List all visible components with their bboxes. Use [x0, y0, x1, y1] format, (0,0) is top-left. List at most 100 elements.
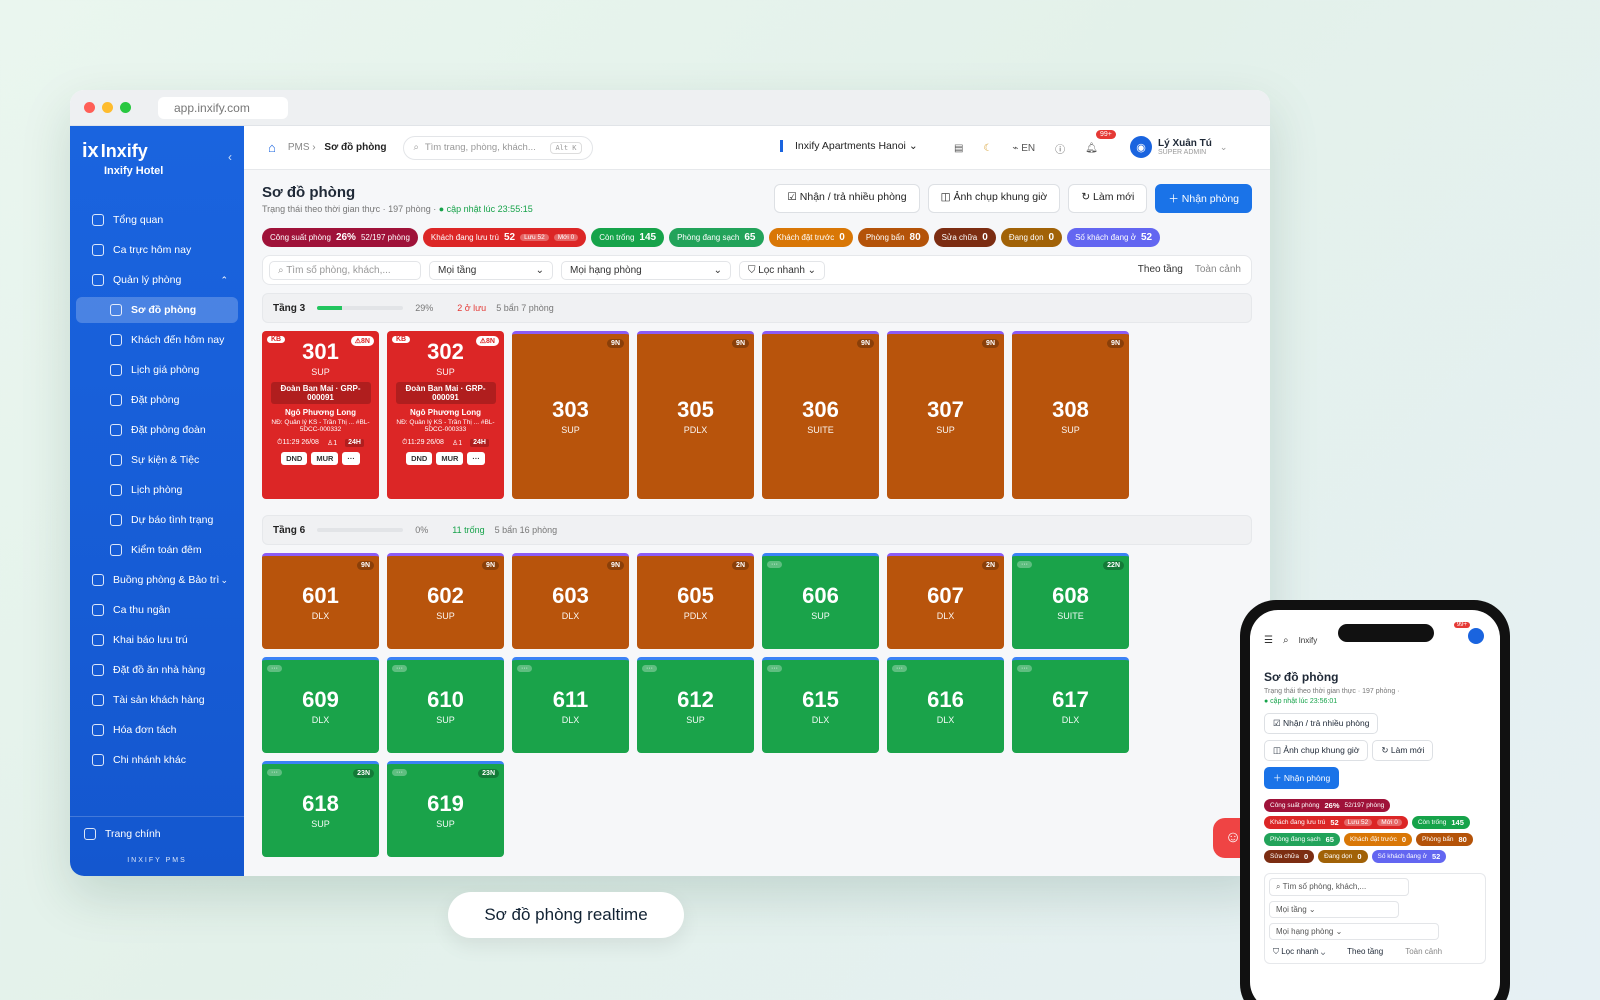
room-card[interactable]: KB ⚠8N 301 SUP Đoàn Ban Mai · GRP-000091 Ngô … — [262, 331, 379, 499]
room-card[interactable]: ··· 616 DLX — [887, 657, 1004, 753]
room-search-input[interactable]: ⌕ Tìm số phòng, khách,... — [269, 260, 421, 280]
room-type-select[interactable]: Mọi hạng phòng ⌄ — [1269, 922, 1439, 940]
room-card[interactable]: 9N 602 SUP — [387, 553, 504, 649]
close-dot[interactable] — [84, 102, 95, 113]
bell-icon[interactable]: 🔔︎ — [1085, 143, 1098, 154]
room-card[interactable]: 9N 308 SUP — [1012, 331, 1129, 499]
main-stat-3[interactable]: Phòng đang sạch 65 — [669, 228, 764, 247]
sidebar-item-15[interactable]: Đặt đồ ăn nhà hàng — [70, 655, 244, 685]
room-card[interactable]: ··· 609 DLX — [262, 657, 379, 753]
phone-stat-3[interactable]: Phòng đang sạch 65 — [1264, 832, 1340, 846]
snapshot-button[interactable]: ◫ Ảnh chụp khung giờ — [1264, 739, 1369, 761]
view-by-floor[interactable]: Theo tầng — [1138, 264, 1183, 275]
sidebar-item-0[interactable]: Tổng quan — [70, 205, 244, 235]
phone-stat-5[interactable]: Phòng bẩn 80 — [1416, 832, 1473, 846]
collapse-sidebar-icon[interactable]: ‹ — [228, 150, 232, 164]
phone-stat-4[interactable]: Khách đặt trước 0 — [1343, 832, 1413, 846]
room-card[interactable]: 9N 305 PDLX — [637, 331, 754, 499]
quick-filter-button[interactable]: ⛉ Lọc nhanh ⌄ — [739, 260, 825, 280]
room-card[interactable]: ··· 22N 608 SUITE — [1012, 553, 1129, 649]
user-menu[interactable]: ◉ Lý Xuân Tú SUPER ADMIN ⌄ — [1130, 136, 1227, 158]
refresh-button[interactable]: ↻ Làm mới — [1372, 739, 1434, 761]
sidebar-item-11[interactable]: Kiểm toán đêm — [70, 535, 244, 565]
room-card[interactable]: ··· 611 DLX — [512, 657, 629, 753]
room-card[interactable]: ··· 23N 618 SUP — [262, 761, 379, 857]
view-overview[interactable]: Toàn cảnh — [1405, 947, 1442, 957]
sidebar-item-8[interactable]: Sự kiện & Tiệc — [70, 445, 244, 475]
minimize-dot[interactable] — [102, 102, 113, 113]
view-by-floor[interactable]: Theo tầng — [1347, 947, 1383, 957]
sidebar-item-1[interactable]: Ca trực hôm nay — [70, 235, 244, 265]
checkin-button[interactable]: ＋ Nhận phòng — [1264, 766, 1340, 789]
room-card[interactable]: 9N 307 SUP — [887, 331, 1004, 499]
search-icon[interactable]: ⌕ — [1283, 635, 1289, 646]
maximize-dot[interactable] — [120, 102, 131, 113]
phone-stat-6[interactable]: Sửa chữa 0 — [1264, 849, 1315, 863]
room-card[interactable]: 9N 306 SUITE — [762, 331, 879, 499]
menu-icon[interactable]: ☰ — [1264, 635, 1273, 646]
main-stat-0[interactable]: Công suất phòng 26% 52/197 phòng — [262, 228, 418, 247]
sidebar-item-14[interactable]: Khai báo lưu trú — [70, 625, 244, 655]
main-stat-7[interactable]: Đang dọn 0 — [1000, 228, 1063, 247]
moon-icon[interactable]: ☾ — [983, 143, 992, 154]
mur-button[interactable]: MUR — [311, 452, 339, 465]
sidebar-item-18[interactable]: Chi nhánh khác — [70, 745, 244, 775]
language-switch[interactable]: ⌁ EN — [1012, 143, 1035, 154]
room-card[interactable]: ··· 612 SUP — [637, 657, 754, 753]
dnd-button[interactable]: DND — [281, 452, 308, 465]
sidebar-item-6[interactable]: Đặt phòng — [70, 385, 244, 415]
help-icon[interactable]: ⓘ — [1055, 141, 1065, 156]
phone-stat-1[interactable]: Khách đang lưu trú 52 Lưu 52 Mới 0 — [1264, 815, 1408, 829]
room-card[interactable]: KB ⚠8N 302 SUP Đoàn Ban Mai · GRP-000091 Ngô … — [387, 331, 504, 499]
home-icon[interactable]: ⌂ — [268, 140, 276, 155]
breadcrumb-pms[interactable]: PMS — [288, 142, 310, 153]
phone-stat-0[interactable]: Công suất phòng 26% 52/197 phòng — [1264, 798, 1391, 812]
room-search-input[interactable]: ⌕ Tìm số phòng, khách,... — [1269, 877, 1409, 896]
room-card[interactable]: 2N 607 DLX — [887, 553, 1004, 649]
multi-checkin-button[interactable]: ☑ Nhận / trả nhiều phòng — [774, 184, 920, 213]
room-card[interactable]: ··· 615 DLX — [762, 657, 879, 753]
room-card[interactable]: ··· 23N 619 SUP — [387, 761, 504, 857]
main-stat-8[interactable]: Số khách đang ở 52 — [1067, 228, 1161, 247]
sidebar-item-9[interactable]: Lịch phòng — [70, 475, 244, 505]
calendar-icon[interactable]: ▤ — [954, 143, 963, 154]
view-overview[interactable]: Toàn cảnh — [1195, 264, 1241, 275]
snapshot-button[interactable]: ◫ Ảnh chụp khung giờ — [927, 184, 1061, 213]
room-card[interactable]: 9N 601 DLX — [262, 553, 379, 649]
room-card[interactable]: 2N 605 PDLX — [637, 553, 754, 649]
floor-select[interactable]: Mọi tầng ⌄ — [429, 260, 553, 280]
url-bar[interactable]: app.inxify.com — [158, 96, 288, 119]
phone-stat-8[interactable]: Số khách đang ở 52 — [1371, 849, 1447, 863]
checkin-button[interactable]: ＋ Nhận phòng — [1155, 184, 1252, 213]
sidebar-item-7[interactable]: Đặt phòng đoàn — [70, 415, 244, 445]
main-stat-6[interactable]: Sửa chữa 0 — [933, 228, 996, 247]
sidebar-item-16[interactable]: Tài sản khách hàng — [70, 685, 244, 715]
brand-logo[interactable]: ix Inxify — [70, 126, 244, 163]
phone-stat-7[interactable]: Đang dọn 0 — [1318, 849, 1368, 863]
main-stat-2[interactable]: Còn trống 145 — [591, 228, 665, 247]
phone-stat-2[interactable]: Còn trống 145 — [1411, 815, 1470, 829]
room-card[interactable]: 9N 303 SUP — [512, 331, 629, 499]
global-search-input[interactable]: ⌕ Tìm trang, phòng, khách... Alt K — [402, 135, 593, 160]
sidebar-item-12[interactable]: Buồng phòng & Bảo trì ⌄ — [70, 565, 244, 595]
main-stat-4[interactable]: Khách đặt trước 0 — [768, 228, 853, 247]
multi-checkin-button[interactable]: ☑ Nhận / trả nhiều phòng — [1264, 712, 1379, 734]
room-card[interactable]: 9N 603 DLX — [512, 553, 629, 649]
more-button[interactable]: ··· — [467, 452, 485, 465]
mur-button[interactable]: MUR — [436, 452, 464, 465]
sidebar-item-2[interactable]: Quản lý phòng ⌃ — [70, 265, 244, 295]
sidebar-item-10[interactable]: Dự báo tình trạng — [70, 505, 244, 535]
property-selector[interactable]: Inxify Apartments Hanoi ⌄ — [780, 140, 918, 152]
sidebar-item-13[interactable]: Ca thu ngân — [70, 595, 244, 625]
room-card[interactable]: ··· 617 DLX — [1012, 657, 1129, 753]
sidebar-item-4[interactable]: Khách đến hôm nay — [70, 325, 244, 355]
more-button[interactable]: ··· — [342, 452, 360, 465]
dnd-button[interactable]: DND — [406, 452, 433, 465]
avatar[interactable] — [1468, 628, 1484, 644]
sidebar-item-5[interactable]: Lịch giá phòng — [70, 355, 244, 385]
main-stat-1[interactable]: Khách đang lưu trú 52 Lưu 52 Mới 0 — [422, 228, 587, 247]
quick-filter-button[interactable]: ⛉ Lọc nhanh ⌄ — [1273, 947, 1325, 957]
room-card[interactable]: ··· 606 SUP — [762, 553, 879, 649]
main-stat-5[interactable]: Phòng bẩn 80 — [857, 228, 929, 247]
sidebar-item-3[interactable]: Sơ đồ phòng — [76, 297, 238, 323]
